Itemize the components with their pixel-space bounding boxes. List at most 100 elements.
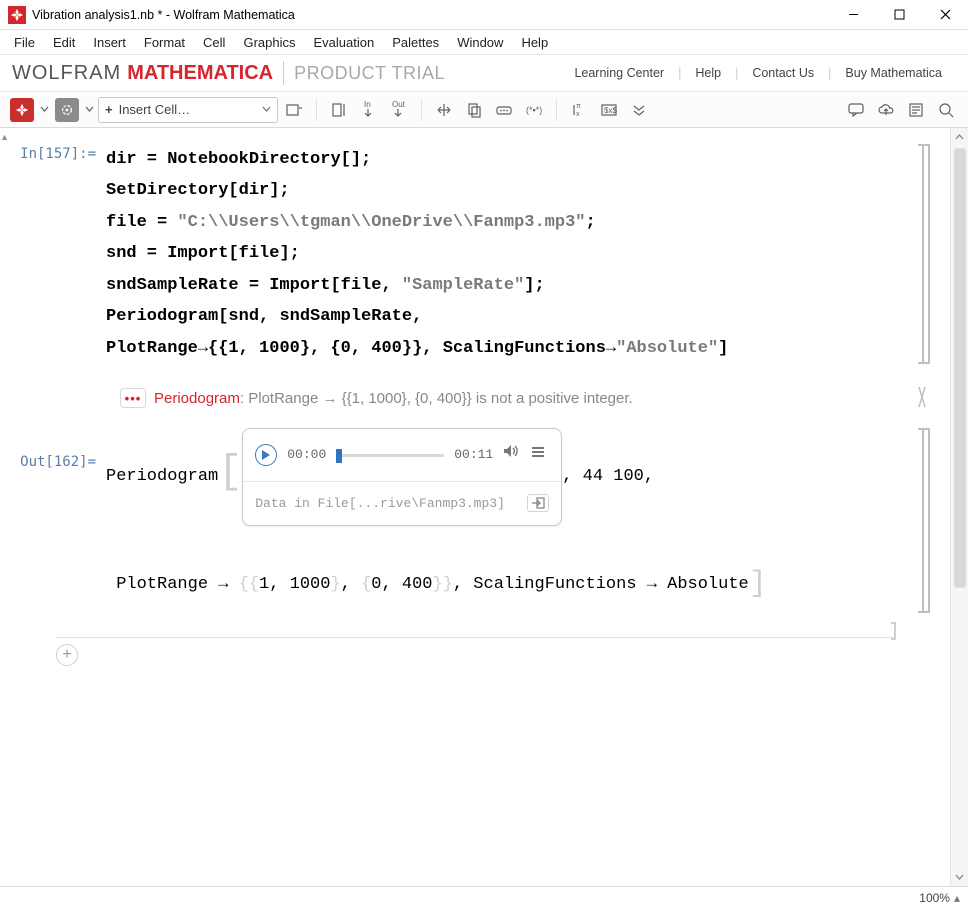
cell-bracket[interactable]	[910, 144, 934, 364]
menu-file[interactable]: File	[6, 33, 43, 52]
volume-icon[interactable]	[503, 437, 521, 473]
in-arrow-button[interactable]: In	[355, 96, 383, 124]
tok: Periodogram	[106, 459, 218, 495]
chat-icon[interactable]	[842, 96, 870, 124]
copy-button[interactable]	[460, 96, 488, 124]
brand-wolfram: WOLFRAM	[12, 62, 121, 85]
link-contact-us[interactable]: Contact Us	[738, 66, 828, 80]
status-bar: 100% ▴	[0, 886, 968, 908]
menu-cell[interactable]: Cell	[195, 33, 233, 52]
brand-sep	[283, 61, 284, 85]
minimize-button[interactable]	[830, 0, 876, 30]
tok: [	[218, 307, 228, 326]
docs-icon[interactable]	[902, 96, 930, 124]
app-icon	[8, 6, 26, 24]
tok: PlotRange	[106, 339, 198, 358]
tok: "C:\\Users\\tgman\\OneDrive\\Fanmp3.mp3"	[177, 213, 585, 232]
menu-insert[interactable]: Insert	[85, 33, 134, 52]
message-colon: :	[240, 390, 248, 407]
tok: file	[239, 244, 280, 263]
tex-input-button[interactable]: πx	[565, 96, 593, 124]
tok: }	[432, 575, 442, 594]
plus-icon: +	[105, 102, 113, 117]
window-title: Vibration analysis1.nb * - Wolfram Mathe…	[32, 8, 295, 22]
tok: 0, 400	[371, 575, 432, 594]
menu-evaluation[interactable]: Evaluation	[305, 33, 382, 52]
special-char-button[interactable]: $x$	[595, 96, 623, 124]
tok: file	[341, 276, 382, 295]
convert-cell-button[interactable]	[280, 96, 308, 124]
out-arrow-button[interactable]: Out	[385, 96, 413, 124]
output-content: Periodogram [ 00:00 00:11	[106, 428, 910, 613]
tok: {	[361, 575, 371, 594]
scroll-marker-icon: ▴	[2, 132, 7, 143]
comment-code-button[interactable]: (*▪*)	[520, 96, 548, 124]
tok: [	[228, 244, 238, 263]
search-icon[interactable]	[932, 96, 960, 124]
audio-current-time: 00:00	[287, 441, 326, 468]
cursor-tool-button[interactable]	[430, 96, 458, 124]
notebook[interactable]: In[157]:= dir = NotebookDirectory[]; Set…	[0, 128, 950, 886]
cloud-icon[interactable]	[872, 96, 900, 124]
new-cell-button[interactable]: +	[56, 644, 78, 666]
tok: {	[249, 575, 259, 594]
tok: ];	[279, 244, 299, 263]
zoom-chevron-icon[interactable]: ▴	[954, 891, 960, 905]
maximize-button[interactable]	[876, 0, 922, 30]
iconize-button[interactable]	[325, 96, 353, 124]
input-code[interactable]: dir = NotebookDirectory[]; SetDirectory[…	[106, 144, 910, 364]
message-cell: ••• Periodogram: PlotRange → {{1, 1000},…	[16, 388, 934, 408]
audio-file-label: Data in File[...rive\Fanmp3.mp3]	[255, 490, 505, 517]
tok: , 44 100,	[562, 459, 654, 495]
tok: ScalingFunctions	[443, 339, 606, 358]
audio-export-icon[interactable]	[527, 494, 549, 512]
tok: , ScalingFunctions → Absolute	[453, 575, 749, 594]
link-learning-center[interactable]: Learning Center	[560, 66, 678, 80]
scroll-up-icon[interactable]	[951, 128, 968, 146]
link-buy[interactable]: Buy Mathematica	[831, 66, 956, 80]
audio-track[interactable]	[336, 449, 444, 461]
input-cell[interactable]: In[157]:= dir = NotebookDirectory[]; Set…	[16, 144, 934, 364]
brand-mathematica: MATHEMATICA	[127, 62, 273, 85]
cell-bracket[interactable]	[910, 428, 934, 613]
eval-group	[8, 96, 51, 124]
tok: ];	[269, 181, 289, 200]
title-bar: Vibration analysis1.nb * - Wolfram Mathe…	[0, 0, 968, 30]
menu-format[interactable]: Format	[136, 33, 193, 52]
abort-menu-chevron[interactable]	[82, 105, 96, 114]
tok: "Absolute"	[616, 339, 718, 358]
out-label: Out[162]=	[16, 428, 106, 613]
scroll-down-icon[interactable]	[951, 868, 968, 886]
more-icon-button[interactable]	[490, 96, 518, 124]
menu-graphics[interactable]: Graphics	[235, 33, 303, 52]
new-cell-row[interactable]: +	[56, 637, 894, 666]
tok: ]	[718, 339, 728, 358]
close-button[interactable]	[922, 0, 968, 30]
insert-cell-dropdown[interactable]: + Insert Cell…	[98, 97, 278, 123]
link-help[interactable]: Help	[681, 66, 735, 80]
menu-palettes[interactable]: Palettes	[384, 33, 447, 52]
tok: sndSampleRate	[106, 276, 239, 295]
svg-text:In: In	[364, 101, 371, 109]
tok: ]	[749, 567, 767, 601]
vertical-scrollbar[interactable]	[950, 128, 968, 886]
chevron-down-icon	[262, 102, 271, 117]
toolbar: + Insert Cell… In Out (*▪*) πx $x$	[0, 92, 968, 128]
expand-chevron-button[interactable]	[625, 96, 653, 124]
notebook-wrap: ▴ In[157]:= dir = NotebookDirectory[]; S…	[0, 128, 968, 886]
menu-edit[interactable]: Edit	[45, 33, 83, 52]
menu-window[interactable]: Window	[449, 33, 511, 52]
message-icon[interactable]: •••	[120, 388, 146, 408]
output-cell[interactable]: Out[162]= Periodogram [ 00:00	[16, 428, 934, 613]
audio-menu-icon[interactable]	[531, 437, 549, 473]
scroll-thumb[interactable]	[954, 148, 966, 588]
zoom-level[interactable]: 100%	[919, 891, 950, 905]
menu-help[interactable]: Help	[513, 33, 556, 52]
tok: ;	[586, 213, 596, 232]
evaluate-button[interactable]	[8, 96, 36, 124]
evaluate-menu-chevron[interactable]	[37, 105, 51, 114]
abort-button[interactable]	[53, 96, 81, 124]
audio-position-thumb[interactable]	[336, 449, 342, 463]
tok: =	[239, 276, 270, 295]
play-button[interactable]	[255, 444, 277, 466]
